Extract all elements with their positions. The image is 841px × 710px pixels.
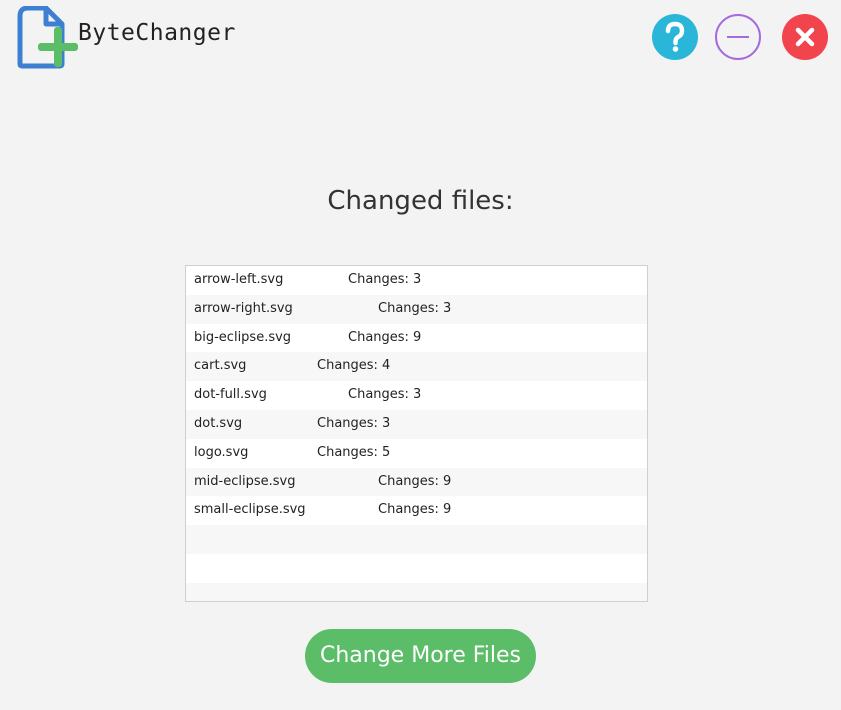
file-name: mid-eclipse.svg — [194, 473, 296, 489]
close-button[interactable] — [782, 14, 828, 60]
file-name: small-eclipse.svg — [194, 502, 306, 518]
minimize-button[interactable] — [715, 14, 761, 60]
file-name: arrow-right.svg — [194, 300, 293, 316]
change-count: Changes: 9 — [378, 473, 452, 489]
list-item[interactable]: arrow-left.svg Changes: 3 — [186, 266, 647, 295]
question-icon — [665, 21, 685, 52]
list-item[interactable]: big-eclipse.svg Changes: 9 — [186, 324, 647, 353]
change-count: Changes: 3 — [317, 415, 391, 431]
list-item[interactable]: logo.svg Changes: 5 — [186, 439, 647, 468]
app-title: ByteChanger — [78, 20, 236, 46]
file-name: big-eclipse.svg — [194, 329, 292, 345]
close-x-icon — [795, 27, 815, 47]
list-item[interactable]: dot-full.svg Changes: 3 — [186, 381, 647, 410]
change-count: Changes: 3 — [348, 272, 422, 287]
help-button[interactable] — [652, 14, 698, 60]
list-item[interactable]: dot.svg Changes: 3 — [186, 409, 647, 439]
change-count: Changes: 9 — [378, 502, 452, 518]
change-count: Changes: 3 — [348, 387, 422, 403]
change-count: Changes: 3 — [378, 300, 452, 316]
minus-icon — [727, 36, 749, 38]
page-title: Changed files: — [327, 186, 514, 216]
app-logo-icon — [16, 5, 80, 70]
file-name: dot.svg — [194, 415, 243, 431]
file-name: cart.svg — [194, 358, 247, 374]
empty-list-item — [186, 554, 647, 583]
list-item[interactable]: mid-eclipse.svg Changes: 9 — [186, 467, 647, 497]
change-count: Changes: 9 — [348, 329, 422, 345]
change-count: Changes: 4 — [317, 358, 391, 374]
file-name: arrow-left.svg — [194, 272, 284, 287]
file-name: logo.svg — [194, 444, 249, 460]
empty-list-item — [186, 525, 647, 554]
list-item[interactable]: small-eclipse.svg Changes: 9 — [186, 496, 647, 525]
change-count: Changes: 5 — [317, 444, 391, 460]
changed-files-list[interactable]: arrow-left.svg Changes: 3 arrow-right.sv… — [185, 265, 648, 602]
change-more-files-button[interactable]: Change More Files — [305, 629, 536, 683]
list-item[interactable]: cart.svg Changes: 4 — [186, 352, 647, 382]
list-item[interactable]: arrow-right.svg Changes: 3 — [186, 294, 647, 324]
file-name: dot-full.svg — [194, 387, 267, 403]
empty-list-item — [186, 582, 647, 601]
